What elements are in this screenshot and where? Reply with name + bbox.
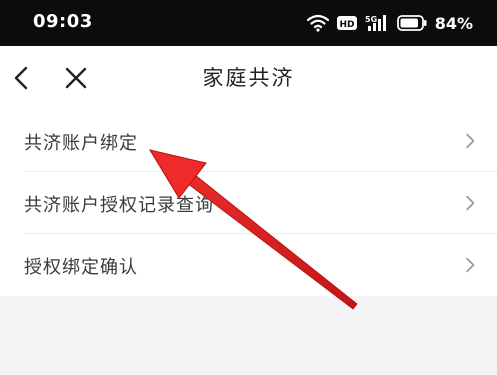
chevron-right-icon [466, 195, 475, 211]
chevron-right-icon [466, 257, 475, 273]
menu-item-label: 共济账户授权记录查询 [24, 195, 214, 216]
page-title: 家庭共济 [202, 66, 295, 90]
hd-badge-text: HD [339, 20, 354, 30]
menu-item-label: 授权绑定确认 [24, 257, 138, 278]
chevron-right-icon [466, 133, 475, 149]
nav-bar: 家庭共济 [0, 46, 497, 110]
menu-item-account-binding[interactable]: 共济账户绑定 [0, 110, 497, 172]
hd-icon: HD [336, 16, 357, 30]
menu-list: 共济账户绑定 共济账户授权记录查询 授权绑定确认 [0, 110, 497, 296]
wifi-icon [306, 14, 329, 32]
menu-item-authorization-records[interactable]: 共济账户授权记录查询 [0, 172, 497, 234]
menu-item-binding-confirmation[interactable]: 授权绑定确认 [0, 234, 497, 296]
battery-icon [396, 15, 427, 31]
battery-percent: 84% [434, 13, 473, 33]
status-time: 09:03 [33, 11, 93, 32]
network-label: 5G [365, 15, 377, 24]
signal-5g-icon: 5G [365, 15, 386, 31]
status-bar: 09:03 HD 5G 84% [0, 0, 497, 46]
menu-item-label: 共济账户绑定 [24, 133, 138, 154]
status-icons: HD 5G 84% [306, 13, 473, 33]
